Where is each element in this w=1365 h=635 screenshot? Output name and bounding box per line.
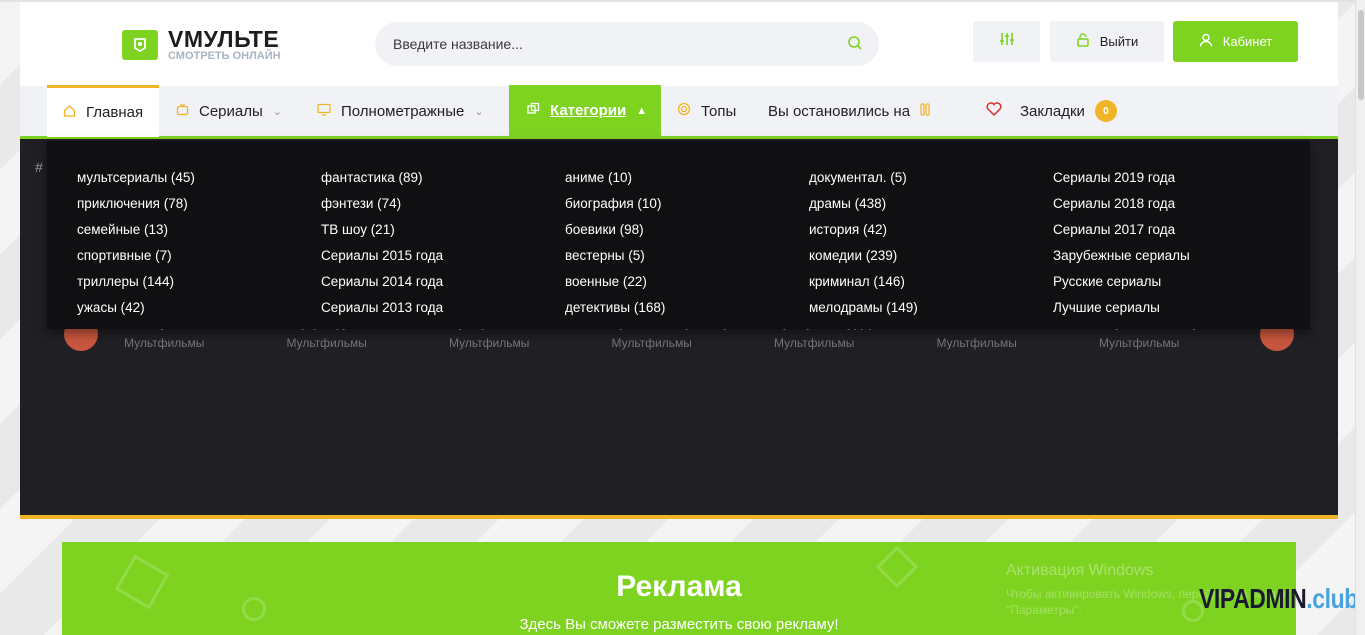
movie-genre: Мультфильмы — [124, 336, 205, 350]
category-link[interactable]: мультсериалы (45) — [77, 170, 195, 196]
category-link[interactable]: военные (22) — [565, 274, 665, 300]
sliders-icon — [999, 31, 1015, 52]
lock-icon — [1076, 33, 1090, 50]
heart-icon — [986, 102, 1002, 120]
nav-item-home[interactable]: Главная — [47, 85, 159, 137]
tv-icon — [176, 103, 189, 120]
movie-genre: Мультфильмы — [774, 336, 855, 350]
movie-genre: Мультфильмы — [611, 336, 692, 350]
logo-name: VМУЛЬТЕ — [168, 26, 280, 52]
categories-dropdown: мультсериалы (45) приключения (78) семейны… — [47, 141, 1310, 329]
pause-icon — [920, 102, 930, 120]
logo[interactable]: VМУЛЬТЕ СМОТРЕТЬ ОНЛАЙН — [122, 28, 281, 62]
logout-label: Выйти — [1099, 34, 1139, 49]
movie-genre: Мультфильмы — [936, 336, 1017, 350]
category-link[interactable]: фантастика (89) — [321, 170, 443, 196]
category-link[interactable]: фэнтези (74) — [321, 196, 443, 222]
target-icon — [677, 102, 691, 120]
nav-label-bookmarks: Закладки — [1020, 102, 1085, 120]
cabinet-button[interactable]: Кабинет — [1173, 21, 1298, 62]
header: VМУЛЬТЕ СМОТРЕТЬ ОНЛАЙН Выйти — [20, 2, 1338, 88]
category-link[interactable]: ужасы (42) — [77, 300, 195, 326]
ad-text: Здесь Вы сможете разместить свою рекламу… — [519, 616, 839, 633]
category-link[interactable]: история (42) — [809, 222, 918, 248]
category-link[interactable]: Русские сериалы — [1053, 274, 1190, 300]
category-column: Сериалы 2019 года Сериалы 2018 года Сериал… — [1053, 170, 1190, 326]
nav-label-home: Главная — [86, 104, 144, 121]
category-column: фантастика (89) фэнтези (74) ТВ шоу (21) Се… — [321, 170, 443, 326]
nav-label-tops: Топы — [701, 102, 737, 120]
category-link[interactable]: приключения (78) — [77, 196, 195, 222]
logout-button[interactable]: Выйти — [1050, 21, 1164, 62]
movie-genre: Мультфильмы — [286, 336, 367, 350]
windows-activation-title: Активация Windows — [1006, 562, 1154, 579]
category-link[interactable]: документал. (5) — [809, 170, 918, 196]
search-input[interactable] — [393, 34, 833, 54]
nav-item-movies[interactable]: Полнометражные ⌄ — [317, 86, 484, 136]
nav-label-series: Сериалы — [199, 102, 263, 120]
category-link[interactable]: вестерны (5) — [565, 248, 665, 274]
category-link[interactable]: спортивные (7) — [77, 248, 195, 274]
watermark-main: VIPADMIN — [1199, 583, 1307, 614]
category-link[interactable]: комедии (239) — [809, 248, 918, 274]
scrollbar-thumb[interactable] — [1358, 10, 1364, 100]
category-link[interactable]: Лучшие сериалы — [1053, 300, 1190, 326]
category-link[interactable]: боевики (98) — [565, 222, 665, 248]
user-icon — [1199, 33, 1213, 50]
nav-label-movies: Полнометражные — [341, 102, 465, 120]
category-link[interactable]: биография (10) — [565, 196, 665, 222]
main-nav: Главная Сериалы ⌄ Полнометражные ⌄ Катег… — [20, 85, 1338, 139]
category-link[interactable]: детективы (168) — [565, 300, 665, 326]
nav-label-categories: Категории — [550, 102, 627, 119]
category-link[interactable]: Сериалы 2019 года — [1053, 170, 1190, 196]
movie-genre: Мультфильмы — [1099, 336, 1180, 350]
nav-item-tops[interactable]: Топы — [677, 86, 736, 136]
movie-genre: Мультфильмы — [449, 336, 530, 350]
logo-icon — [122, 30, 158, 60]
bookmarks-count-badge: 0 — [1094, 100, 1117, 122]
scrollbar[interactable] — [1355, 0, 1365, 635]
category-link[interactable]: мелодрамы (149) — [809, 300, 918, 326]
category-link[interactable]: семейные (13) — [77, 222, 195, 248]
nav-item-series[interactable]: Сериалы ⌄ — [176, 86, 282, 136]
category-link[interactable]: Сериалы 2015 года — [321, 248, 443, 274]
category-link[interactable]: триллеры (144) — [77, 274, 195, 300]
nav-label-continue: Вы остановились на — [768, 102, 911, 120]
category-link[interactable]: Зарубежные сериалы — [1053, 248, 1190, 274]
nav-item-continue[interactable]: Вы остановились на — [768, 86, 930, 136]
section-hash: # — [35, 159, 43, 175]
nav-item-categories[interactable]: Категории ▲ — [509, 85, 661, 136]
category-link[interactable]: Сериалы 2013 года — [321, 300, 443, 326]
category-link[interactable]: ТВ шоу (21) — [321, 222, 443, 248]
chevron-down-icon: ⌄ — [272, 105, 282, 118]
nav-item-bookmarks[interactable]: Закладки 0 — [986, 86, 1117, 136]
chevron-down-icon: ⌄ — [474, 105, 484, 118]
filter-button[interactable] — [973, 21, 1040, 62]
category-link[interactable]: Сериалы 2018 года — [1053, 196, 1190, 222]
category-link[interactable]: аниме (10) — [565, 170, 665, 196]
search-icon[interactable] — [847, 35, 863, 56]
search-bar — [375, 22, 879, 66]
site-container: VМУЛЬТЕ СМОТРЕТЬ ОНЛАЙН Выйти — [20, 2, 1338, 635]
home-icon — [63, 104, 76, 121]
watermark-suffix: .club — [1306, 583, 1358, 614]
monitor-icon — [317, 103, 331, 120]
ad-banner: Реклама Здесь Вы сможете разместить свою… — [62, 542, 1296, 635]
cabinet-label: Кабинет — [1222, 34, 1273, 49]
category-link[interactable]: драмы (438) — [809, 196, 918, 222]
chevron-up-icon: ▲ — [636, 104, 648, 117]
category-link[interactable]: криминал (146) — [809, 274, 918, 300]
logo-tagline: СМОТРЕТЬ ОНЛАЙН — [168, 50, 281, 62]
category-link[interactable]: Сериалы 2017 года — [1053, 222, 1190, 248]
category-column: аниме (10) биография (10) боевики (98) вест… — [565, 170, 665, 326]
layers-icon — [527, 102, 540, 119]
watermark: VIPADMIN.club — [1199, 583, 1358, 615]
category-column: мультсериалы (45) приключения (78) семейны… — [77, 170, 195, 326]
category-column: документал. (5) драмы (438) история (42) ко… — [809, 170, 918, 326]
category-link[interactable]: Сериалы 2014 года — [321, 274, 443, 300]
